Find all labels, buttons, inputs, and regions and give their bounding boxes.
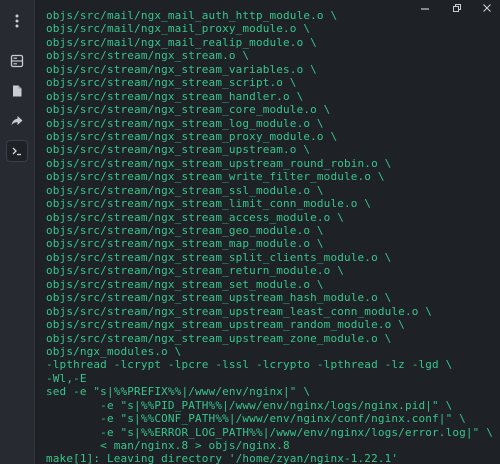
server-icon xyxy=(10,54,24,68)
terminal-line: -Wl,-E xyxy=(46,371,87,385)
terminal-line: make[1]: Leaving directory '/home/zyan/n… xyxy=(46,452,399,464)
terminal-line: objs/src/stream/ngx_stream_map_module.o … xyxy=(46,237,324,251)
terminal-line: objs/src/stream/ngx_stream_split_clients… xyxy=(46,250,392,264)
terminal-line: objs/src/stream/ngx_stream_limit_conn_mo… xyxy=(46,197,372,211)
terminal-line: objs/src/mail/ngx_mail_auth_http_module.… xyxy=(46,9,338,22)
terminal-line: objs/src/stream/ngx_stream_ssl_module.o … xyxy=(46,183,324,197)
terminal-line: objs/src/stream/ngx_stream_log_module.o … xyxy=(46,116,324,130)
terminal-line: objs/src/stream/ngx_stream_upstream_leas… xyxy=(46,304,433,318)
terminal-line: objs/src/stream/ngx_stream_upstream_rand… xyxy=(46,318,405,332)
app-window: objs/src/mail/ngx_mail_auth_http_module.… xyxy=(0,0,500,464)
terminal-line: objs/src/mail/ngx_mail_realip_module.o \ xyxy=(46,35,317,49)
terminal-output[interactable]: objs/src/mail/ngx_mail_auth_http_module.… xyxy=(46,9,492,464)
terminal-line: objs/src/stream/ngx_stream.o \ xyxy=(46,49,250,63)
terminal-line: objs/src/mail/ngx_mail_proxy_module.o \ xyxy=(46,22,311,36)
terminal-line: objs/src/stream/ngx_stream_handler.o \ xyxy=(46,89,304,103)
terminal-line: -e "s|%%PID_PATH%%|/www/env/nginx/logs/n… xyxy=(46,398,453,412)
terminal-line: objs/src/stream/ngx_stream_upstream_roun… xyxy=(46,156,392,170)
sidebar-item-files[interactable] xyxy=(6,80,28,102)
terminal-line: objs/src/stream/ngx_stream_geo_module.o … xyxy=(46,224,324,237)
terminal-line: objs/src/stream/ngx_stream_core_module.o… xyxy=(46,103,331,117)
terminal-line: objs/src/stream/ngx_stream_script.o \ xyxy=(46,76,297,90)
terminal-line: -e "s|%%CONF_PATH%%|/www/env/nginx/conf/… xyxy=(46,412,466,426)
sidebar-item-terminal[interactable] xyxy=(6,140,28,162)
terminal-line: objs/src/stream/ngx_stream_variables.o \ xyxy=(46,62,317,76)
terminal-line: objs/src/stream/ngx_stream_return_module… xyxy=(46,264,344,278)
terminal-line: objs/src/stream/ngx_stream_access_module… xyxy=(46,210,344,224)
terminal-line: objs/src/stream/ngx_stream_upstream_zone… xyxy=(46,331,392,345)
sidebar xyxy=(0,0,35,464)
terminal-line: objs/ngx_modules.o \ xyxy=(46,344,182,358)
terminal-line: objs/src/stream/ngx_stream_proxy_module.… xyxy=(46,129,338,143)
sidebar-item-forward[interactable] xyxy=(6,110,28,132)
terminal-line: -e "s|%%ERROR_LOG_PATH%%|/www/env/nginx/… xyxy=(46,425,492,439)
terminal-line: -lpthread -lcrypt -lpcre -lssl -lcrypto … xyxy=(46,358,453,372)
terminal-line: objs/src/stream/ngx_stream_upstream_hash… xyxy=(46,291,392,305)
kebab-menu-icon[interactable] xyxy=(6,10,28,32)
files-icon xyxy=(10,84,24,98)
terminal-line: objs/src/stream/ngx_stream_upstream.o \ xyxy=(46,143,311,157)
terminal-line: < man/nginx.8 > objs/nginx.8 xyxy=(46,439,290,452)
terminal-line: objs/src/stream/ngx_stream_write_filter_… xyxy=(46,170,385,184)
terminal-icon xyxy=(10,144,24,158)
terminal-line: objs/src/stream/ngx_stream_set_module.o … xyxy=(46,277,324,291)
forward-icon xyxy=(10,114,24,128)
sidebar-item-server[interactable] xyxy=(6,50,28,72)
terminal-line: sed -e "s|%%PREFIX%%|/www/env/nginx|" \ xyxy=(46,385,311,399)
